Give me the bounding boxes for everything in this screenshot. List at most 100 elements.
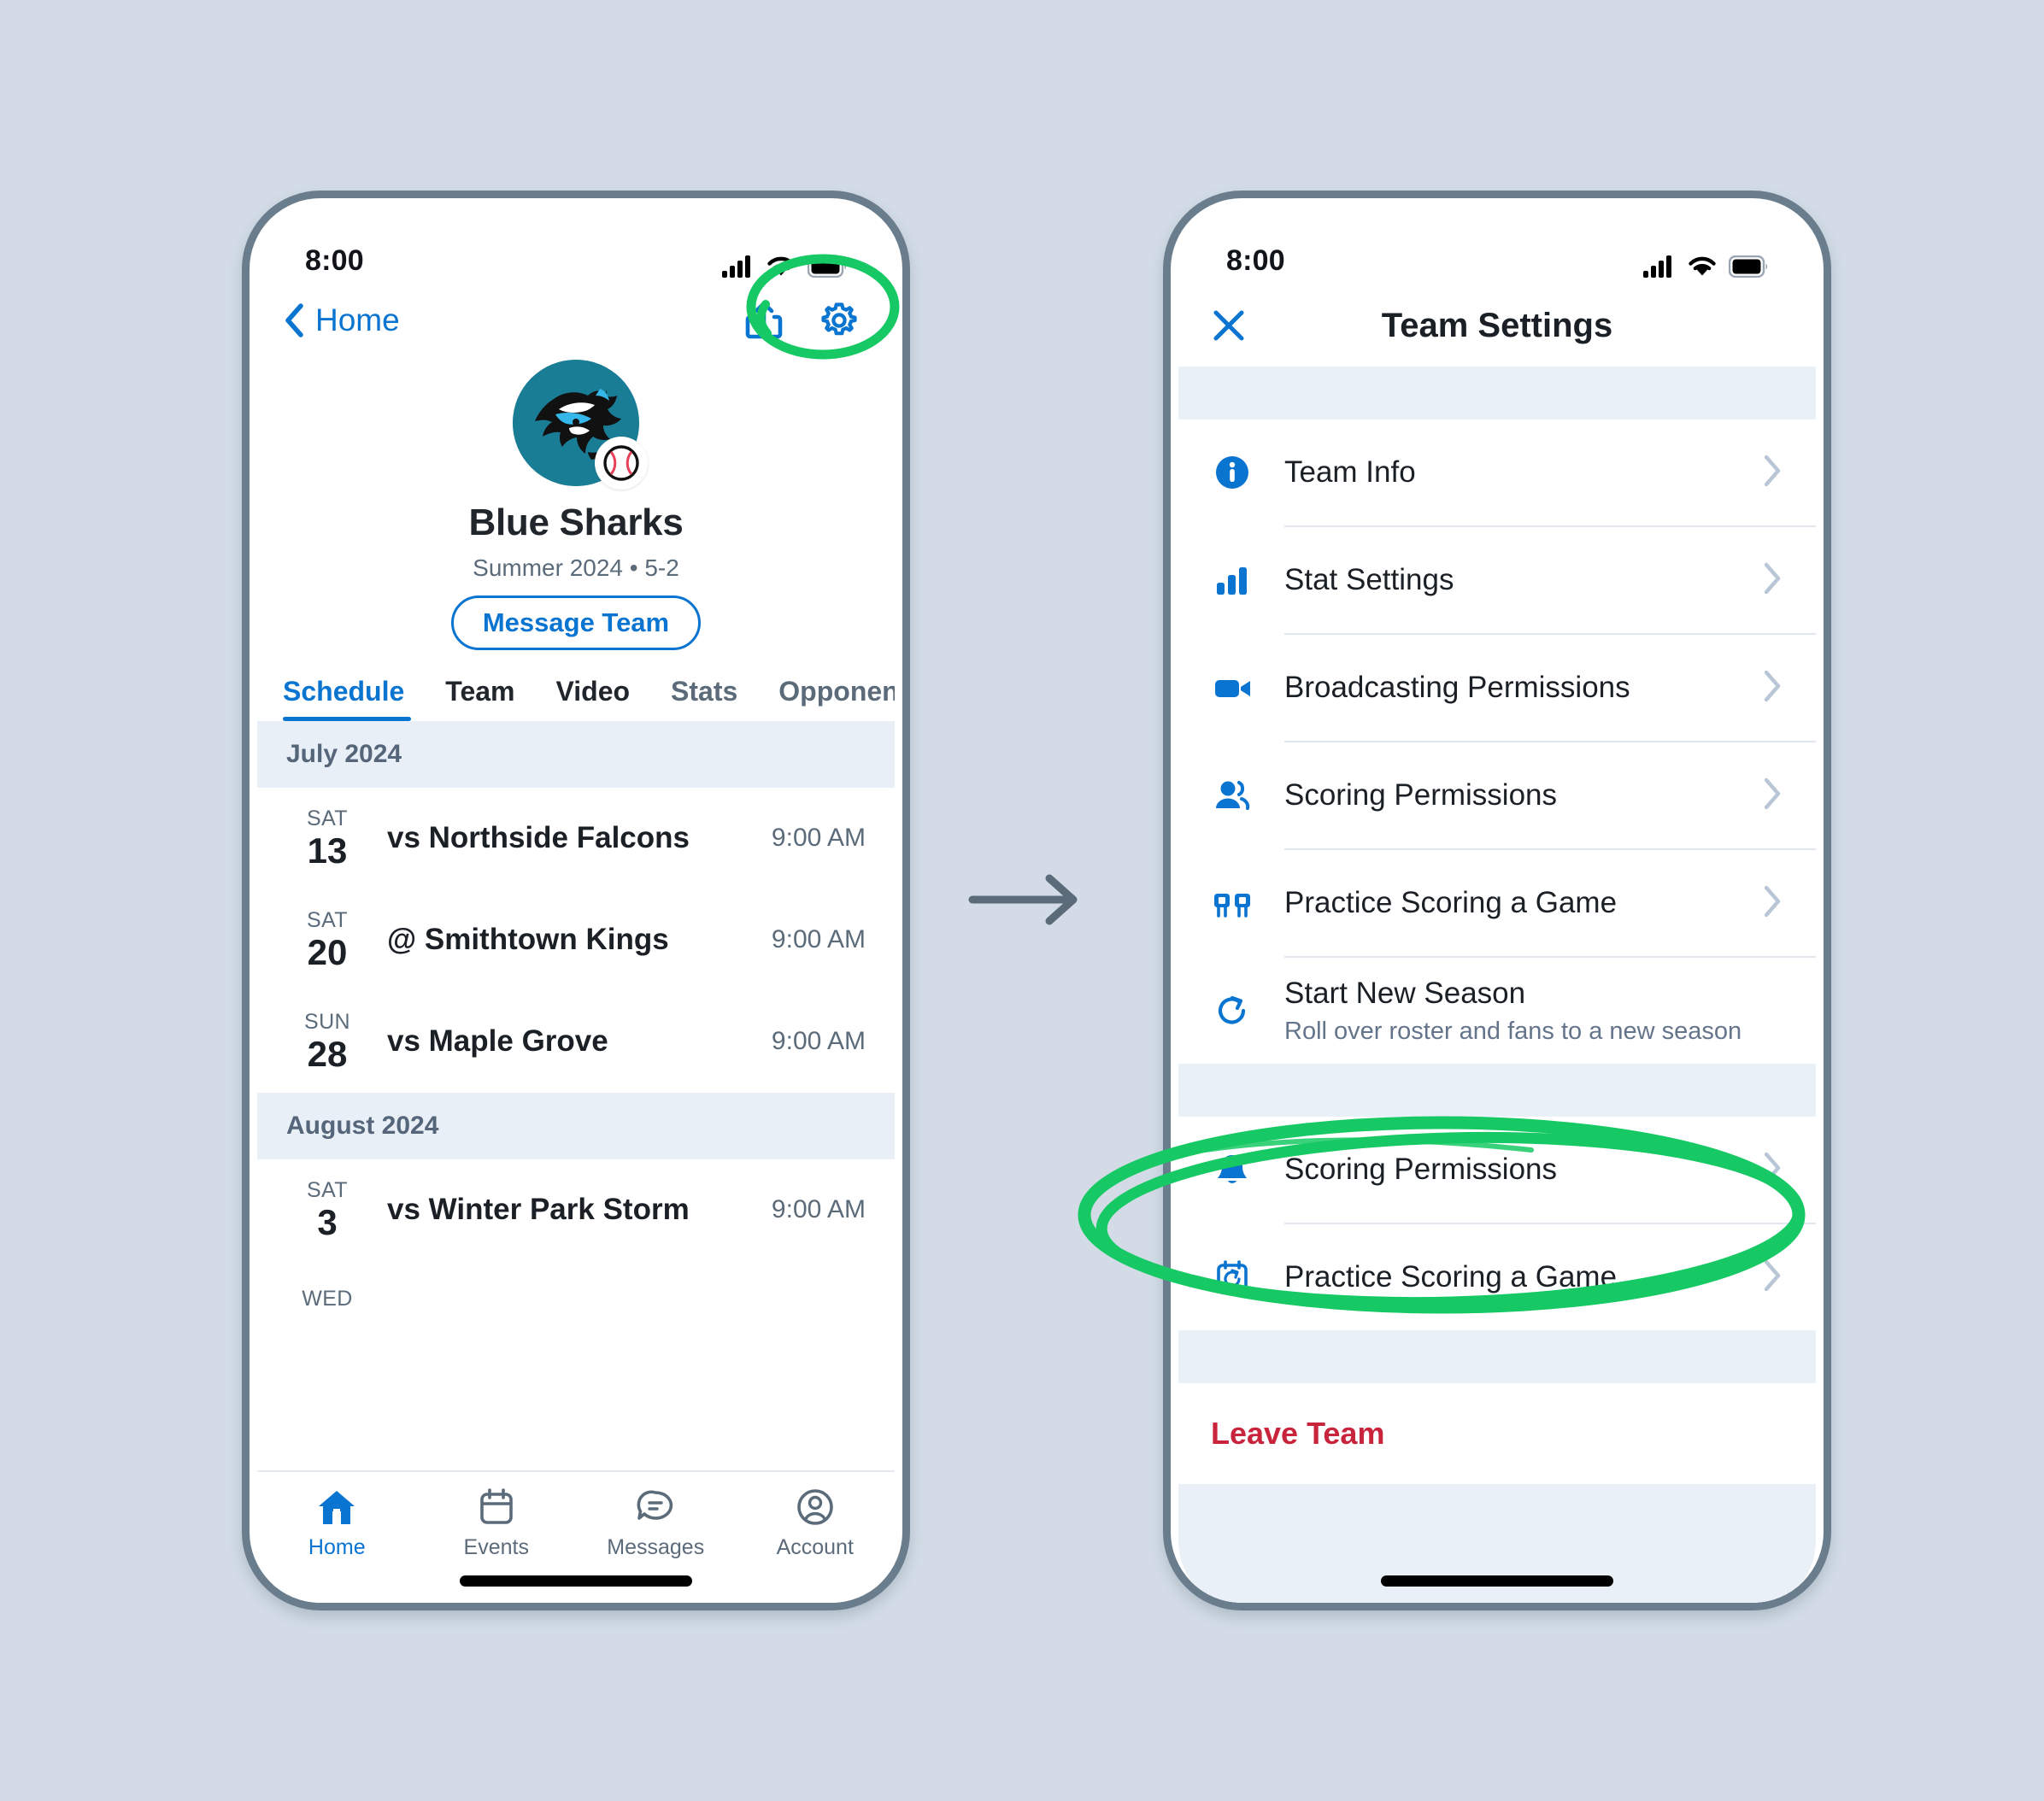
team-subtitle: Summer 2024 • 5-2: [473, 554, 679, 581]
chevron-right-icon: [1763, 885, 1782, 922]
account-icon: [796, 1489, 833, 1525]
phone-left: 8:00 Home Blue Sharks Summer 2024 • 5-2 …: [242, 191, 910, 1610]
tabbar-label-messages: Messages: [607, 1535, 705, 1559]
table-row[interactable]: SAT 13 vs Northside Falcons 9:00 AM: [257, 788, 895, 889]
settings-item-labels: Scoring Permissions: [1266, 1153, 1753, 1187]
status-icon-group: [722, 254, 847, 278]
message-team-button[interactable]: Message Team: [450, 595, 702, 650]
game-dow: SAT: [307, 807, 348, 830]
screenshot-canvas: 8:00 Home Blue Sharks Summer 2024 • 5-2 …: [0, 0, 2044, 1801]
settings-item-label: Scoring Permissions: [1284, 778, 1557, 812]
settings-item-labels: Broadcasting Permissions: [1266, 671, 1753, 705]
month-header-july: July 2024: [257, 721, 895, 788]
navigation-bar: Home: [257, 285, 895, 356]
tabbar-item-account[interactable]: Account: [736, 1487, 896, 1560]
tabbar-item-home[interactable]: Home: [257, 1487, 417, 1560]
settings-item-scoring-permissions-2[interactable]: Scoring Permissions: [1178, 1117, 1816, 1223]
schedule-list: July 2024 SAT 13 vs Northside Falcons 9:…: [257, 721, 895, 1338]
tabbar-item-messages[interactable]: Messages: [576, 1487, 736, 1560]
game-time: 9:00 AM: [771, 1027, 866, 1056]
section-spacer: [1178, 1330, 1816, 1383]
chevron-right-icon: [1763, 1259, 1782, 1296]
refresh-icon: [1211, 989, 1266, 1032]
game-day: 3: [317, 1201, 338, 1242]
settings-item-broadcasting-permissions[interactable]: Broadcasting Permissions: [1178, 635, 1816, 741]
phone-left-screen: 8:00 Home Blue Sharks Summer 2024 • 5-2 …: [257, 206, 896, 1603]
calendar-icon: [479, 1488, 513, 1524]
settings-item-start-new-season[interactable]: Start New Season Roll over roster and fa…: [1178, 958, 1816, 1064]
settings-nav-bar: Team Settings: [1178, 285, 1816, 367]
game-date: WED: [286, 1287, 368, 1311]
settings-item-team-info[interactable]: Team Info: [1178, 419, 1816, 525]
phone-right-screen: 8:00 Team Settings Team Info Stat Settin…: [1178, 206, 1816, 1603]
tabbar-item-events[interactable]: Events: [417, 1487, 577, 1560]
game-day: 13: [307, 830, 348, 871]
table-row[interactable]: SUN 28 vs Maple Grove 9:00 AM: [257, 990, 895, 1093]
game-dow: SAT: [307, 1177, 348, 1202]
game-time: 9:00 AM: [771, 824, 866, 853]
game-date: SAT 13: [286, 807, 368, 871]
tab-stats[interactable]: Stats: [650, 676, 758, 721]
scoreboard-icon: [1211, 882, 1266, 924]
nav-action-group: [744, 299, 860, 342]
tab-opponents[interactable]: Opponents: [758, 676, 895, 721]
game-opponent: @ Smithtown Kings: [387, 923, 669, 957]
cellular-signal-icon: [1643, 255, 1671, 278]
team-header: Blue Sharks Summer 2024 • 5-2 Message Te…: [257, 356, 895, 650]
settings-group-primary: Team Info Stat Settings Broadcasting Per…: [1178, 419, 1816, 1064]
chevron-right-icon: [1763, 1152, 1782, 1188]
message-icon: [637, 1490, 673, 1520]
tab-team[interactable]: Team: [425, 676, 535, 721]
settings-item-label: Start New Season: [1284, 976, 1526, 1010]
settings-item-practice-scoring[interactable]: Practice Scoring a Game: [1178, 850, 1816, 956]
table-row[interactable]: SAT 20 @ Smithtown Kings 9:00 AM: [257, 889, 895, 991]
tabbar-label-account: Account: [776, 1535, 854, 1559]
status-bar: 8:00: [257, 206, 895, 285]
tab-schedule[interactable]: Schedule: [283, 676, 425, 721]
game-opponent: vs Winter Park Storm: [387, 1193, 690, 1227]
page-title: Blue Sharks: [468, 502, 684, 543]
chevron-right-icon: [1763, 562, 1782, 599]
back-button-label: Home: [315, 302, 400, 337]
settings-group-secondary: Scoring Permissions Practice Scoring a G…: [1178, 1117, 1816, 1330]
table-row-partial[interactable]: WED: [257, 1260, 895, 1338]
back-button[interactable]: Home: [283, 302, 400, 338]
gear-icon[interactable]: [818, 299, 860, 342]
battery-icon: [808, 255, 847, 278]
game-date: SAT 3: [286, 1178, 368, 1242]
status-icon-group: [1643, 254, 1768, 278]
wifi-icon: [1689, 256, 1716, 276]
table-row[interactable]: SAT 3 vs Winter Park Storm 9:00 AM: [257, 1159, 895, 1261]
settings-item-labels: Team Info: [1266, 455, 1753, 490]
leave-team-button[interactable]: Leave Team: [1178, 1383, 1816, 1484]
wifi-icon: [767, 256, 795, 276]
game-time: 9:00 AM: [771, 925, 866, 954]
game-time: 9:00 AM: [771, 1195, 866, 1224]
month-header-august: August 2024: [257, 1092, 895, 1159]
share-icon[interactable]: [744, 299, 784, 342]
settings-item-label: Practice Scoring a Game: [1284, 1260, 1618, 1294]
game-date: SUN 28: [286, 1010, 368, 1074]
team-tabs: Schedule Team Video Stats Opponents: [257, 650, 895, 721]
game-dow: WED: [302, 1287, 353, 1311]
game-opponent: vs Maple Grove: [387, 1024, 608, 1059]
avatar: [513, 360, 648, 490]
settings-item-scoring-permissions[interactable]: Scoring Permissions: [1178, 742, 1816, 848]
home-indicator: [460, 1575, 692, 1587]
bell-icon: [1211, 1148, 1266, 1191]
tabbar-label-events: Events: [463, 1535, 529, 1559]
tab-video[interactable]: Video: [535, 676, 650, 721]
status-time: 8:00: [1226, 244, 1285, 277]
chevron-right-icon: [1763, 455, 1782, 491]
cellular-signal-icon: [722, 255, 750, 278]
right-arrow-icon: [968, 874, 1078, 925]
home-icon: [319, 1491, 355, 1524]
settings-item-labels: Practice Scoring a Game: [1266, 886, 1753, 920]
settings-item-stat-settings[interactable]: Stat Settings: [1178, 527, 1816, 633]
chevron-left-icon: [285, 303, 303, 337]
game-day: 20: [307, 931, 348, 972]
chevron-right-icon: [1763, 670, 1782, 707]
settings-item-practice-scoring-2[interactable]: Practice Scoring a Game: [1178, 1224, 1816, 1330]
settings-item-label: Stat Settings: [1284, 563, 1454, 596]
close-icon[interactable]: [1209, 306, 1248, 345]
